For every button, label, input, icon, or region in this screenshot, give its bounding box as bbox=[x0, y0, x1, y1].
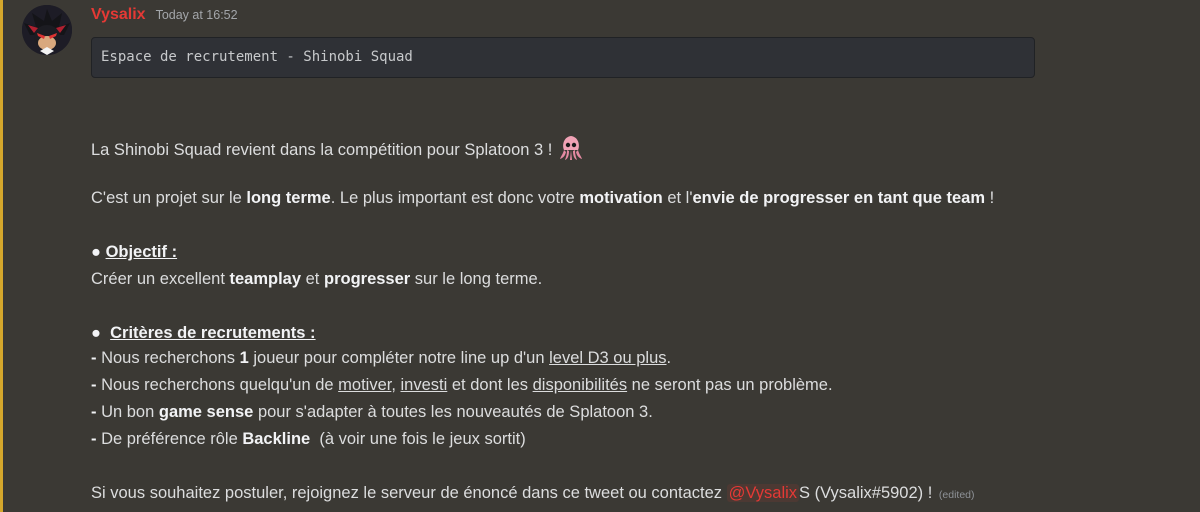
username[interactable]: Vysalix bbox=[91, 6, 146, 24]
user-mention[interactable]: @Vysalix bbox=[726, 484, 800, 502]
item-bold: game sense bbox=[158, 403, 254, 421]
objective-text-1: Créer un excellent bbox=[91, 270, 230, 288]
item-text: (à voir une fois le jeux sortit) bbox=[310, 430, 526, 448]
criteria-item-2: - Nous recherchons quelqu'un de motiver,… bbox=[91, 376, 833, 395]
closing-text-1: Si vous souhaitez postuler, rejoignez le… bbox=[91, 484, 727, 502]
project-text-1: C'est un projet sur le bbox=[91, 189, 247, 207]
item-underline: investi bbox=[400, 376, 448, 394]
intro-line: La Shinobi Squad revient dans la compéti… bbox=[91, 135, 584, 166]
closing-text-2: S (Vysalix#5902) ! bbox=[799, 484, 933, 502]
item-text: pour s'adapter à toutes les nouveautés d… bbox=[253, 403, 653, 421]
project-text-4: ! bbox=[985, 189, 995, 207]
item-text: joueur pour compléter notre line up d'un bbox=[248, 349, 550, 367]
item-text: De préférence rôle bbox=[96, 430, 243, 448]
item-bold: 1 bbox=[239, 349, 249, 367]
item-text: et dont les bbox=[447, 376, 533, 394]
project-bold-1: long terme bbox=[246, 189, 331, 207]
code-block: Espace de recrutement - Shinobi Squad bbox=[91, 37, 1035, 78]
criteria-bullet: ● bbox=[91, 324, 101, 342]
objective-bullet: ● bbox=[91, 243, 101, 261]
item-text: , bbox=[391, 376, 401, 394]
item-underline: level D3 ou plus bbox=[549, 349, 667, 367]
criteria-heading: ● Critères de recrutements : bbox=[91, 324, 316, 343]
objective-bold-1: teamplay bbox=[229, 270, 302, 288]
objective-bold-2: progresser bbox=[323, 270, 411, 288]
project-bold-3: envie de progresser en tant que team bbox=[692, 189, 985, 207]
timestamp: Today at 16:52 bbox=[155, 8, 238, 22]
item-underline: motiver bbox=[338, 376, 392, 394]
objective-heading: ● Objectif : bbox=[91, 243, 177, 262]
project-text-3: et l' bbox=[662, 189, 693, 207]
item-underline: disponibilités bbox=[532, 376, 628, 394]
user-avatar[interactable] bbox=[22, 5, 72, 55]
item-text: . bbox=[666, 349, 672, 367]
squid-emoji-icon bbox=[558, 135, 584, 166]
project-line: C'est un projet sur le long terme. Le pl… bbox=[91, 189, 994, 208]
criteria-title: Critères de recrutements : bbox=[110, 324, 316, 342]
criteria-item-4: - De préférence rôle Backline (à voir un… bbox=[91, 430, 526, 449]
chat-message: Vysalix Today at 16:52 Espace de recrute… bbox=[0, 0, 1200, 512]
edited-indicator: (edited) bbox=[938, 489, 975, 501]
item-bold: Backline bbox=[242, 430, 311, 448]
criteria-item-1: - Nous recherchons 1 joueur pour complét… bbox=[91, 349, 671, 368]
message-header: Vysalix Today at 16:52 bbox=[91, 6, 238, 28]
objective-text-2: et bbox=[301, 270, 324, 288]
objective-line: Créer un excellent teamplay et progresse… bbox=[91, 270, 542, 289]
criteria-item-3: - Un bon game sense pour s'adapter à tou… bbox=[91, 403, 653, 422]
closing-line: Si vous souhaitez postuler, rejoignez le… bbox=[91, 484, 975, 503]
project-bold-2: motivation bbox=[579, 189, 663, 207]
hedgehog-avatar-icon bbox=[22, 5, 72, 55]
intro-text: La Shinobi Squad revient dans la compéti… bbox=[91, 141, 553, 159]
project-text-2: . Le plus important est donc votre bbox=[330, 189, 580, 207]
item-text: ne seront pas un problème. bbox=[627, 376, 833, 394]
item-text: Un bon bbox=[96, 403, 159, 421]
item-text: Nous recherchons quelqu'un de bbox=[96, 376, 339, 394]
objective-text-3: sur le long terme. bbox=[410, 270, 543, 288]
objective-title: Objectif : bbox=[105, 243, 178, 261]
item-text: Nous recherchons bbox=[96, 349, 240, 367]
